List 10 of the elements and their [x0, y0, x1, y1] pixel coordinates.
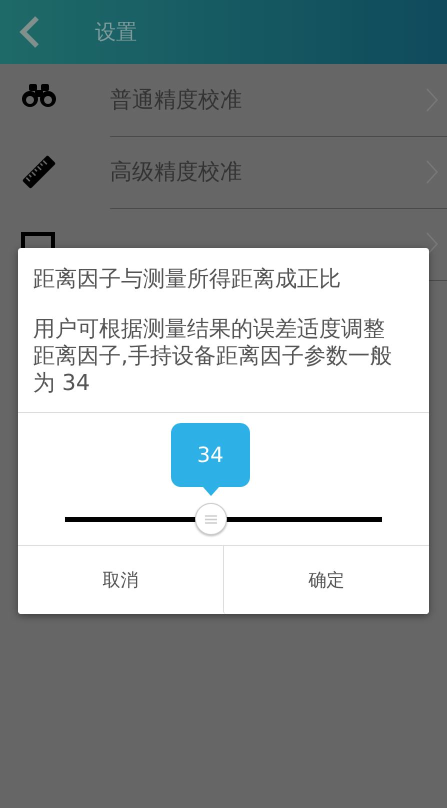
dialog-button[interactable]: 取消: [18, 546, 223, 614]
chevron-icon: [425, 230, 439, 256]
dialog-button[interactable]: 确定: [223, 546, 429, 614]
slider-thumb[interactable]: [194, 503, 227, 535]
grip-icon: [204, 514, 217, 524]
dialog-text: 距离因子与测量所得距离成正比: [33, 266, 342, 293]
value-tooltip: 34: [170, 423, 250, 487]
back-icon: [18, 15, 40, 49]
page-title: 设置: [95, 19, 137, 46]
dialog-text: 用户可根据测量结果的误差适度调整距离因子,手持设备距离因子参数一般为 34: [33, 316, 393, 397]
